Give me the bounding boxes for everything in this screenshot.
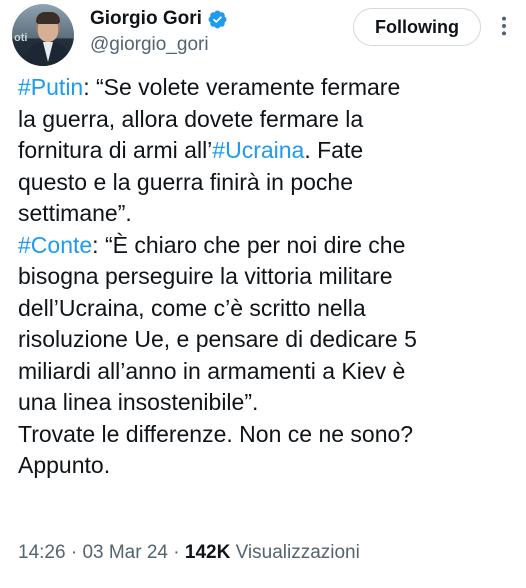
avatar-background-text: oti: [14, 32, 28, 44]
user-handle[interactable]: @giorgio_gori: [90, 34, 209, 56]
tweet-text-line: dell’Ucraina, come c’è scritto nella: [18, 293, 520, 325]
hashtag-link[interactable]: #Putin: [18, 74, 83, 100]
tweet-text-segment: settimane”.: [18, 200, 132, 226]
tweet-text-segment: bisogna perseguire la vittoria militare: [18, 263, 393, 289]
tweet-time[interactable]: 14:26: [18, 542, 66, 563]
tweet-text-segment: Trovate le differenze. Non ce ne sono?: [18, 420, 414, 447]
tweet-text-line: risoluzione Ue, e pensare di dedicare 5: [18, 324, 520, 356]
tweet-date[interactable]: 03 Mar 24: [82, 542, 168, 563]
tweet-text: #Putin: “Se volete veramente fermare la g…: [18, 72, 520, 482]
tweet-text-segment: una linea insostenibile”.: [18, 389, 259, 415]
hashtag-link[interactable]: #Conte: [18, 232, 92, 258]
tweet-text-segment: miliardi all’anno in armamenti a Kiev è: [18, 357, 406, 384]
tweet-text-segment: : “È chiaro che per noi dire che: [92, 231, 406, 258]
views-label: Visualizzazioni: [235, 542, 360, 563]
display-name[interactable]: Giorgio Gori: [90, 8, 202, 30]
tweet-text-segment: dell’Ucraina, come c’è scritto nella: [18, 294, 366, 321]
tweet-text-line: miliardi all’anno in armamenti a Kiev è: [18, 356, 520, 388]
verified-badge-icon: [207, 9, 228, 30]
tweet-text-line: settimane”.: [18, 198, 520, 230]
tweet-text-segment: risoluzione Ue, e pensare di dedicare 5: [18, 326, 417, 352]
meta-separator: ·: [173, 542, 180, 563]
tweet-text-line: fornitura di armi all’#Ucraina. Fate: [18, 135, 520, 167]
views-count: 142K: [184, 542, 231, 563]
tweet-text-line: #Putin: “Se volete veramente fermare: [18, 72, 520, 104]
tweet-header: oti Giorgio Gori @giorgio_gori Following: [0, 0, 526, 72]
tweet-text-line: una linea insostenibile”.: [18, 387, 520, 419]
following-button[interactable]: Following: [353, 8, 481, 46]
meta-separator: ·: [70, 542, 78, 563]
more-dots-icon[interactable]: [490, 10, 518, 42]
tweet-text-segment: la guerra, allora dovete fermare la: [18, 105, 364, 132]
tweet-text-segment: : “Se volete veramente fermare: [83, 74, 401, 100]
tweet-text-line: Trovate le differenze. Non ce ne sono?: [18, 419, 520, 451]
tweet-text-line: Appunto.: [18, 450, 520, 482]
avatar[interactable]: oti: [12, 4, 74, 66]
tweet-text-segment: Appunto.: [18, 452, 111, 478]
name-row: Giorgio Gori: [90, 6, 228, 32]
tweet-text-segment: . Fate: [304, 137, 364, 163]
tweet-text-line: questo e la guerra finirà in poche: [18, 167, 520, 199]
tweet-text-line: la guerra, allora dovete fermare la: [18, 104, 520, 136]
tweet-text-segment: questo e la guerra finirà in poche: [18, 168, 353, 195]
tweet-meta: 14:26 · 03 Mar 24 · 142K Visualizzazioni: [18, 542, 360, 564]
tweet-text-line: bisogna perseguire la vittoria militare: [18, 261, 520, 293]
tweet-text-segment: fornitura di armi all’: [18, 137, 213, 163]
tweet-text-line: #Conte: “È chiaro che per noi dire che: [18, 230, 520, 262]
hashtag-link[interactable]: #Ucraina: [212, 137, 304, 163]
